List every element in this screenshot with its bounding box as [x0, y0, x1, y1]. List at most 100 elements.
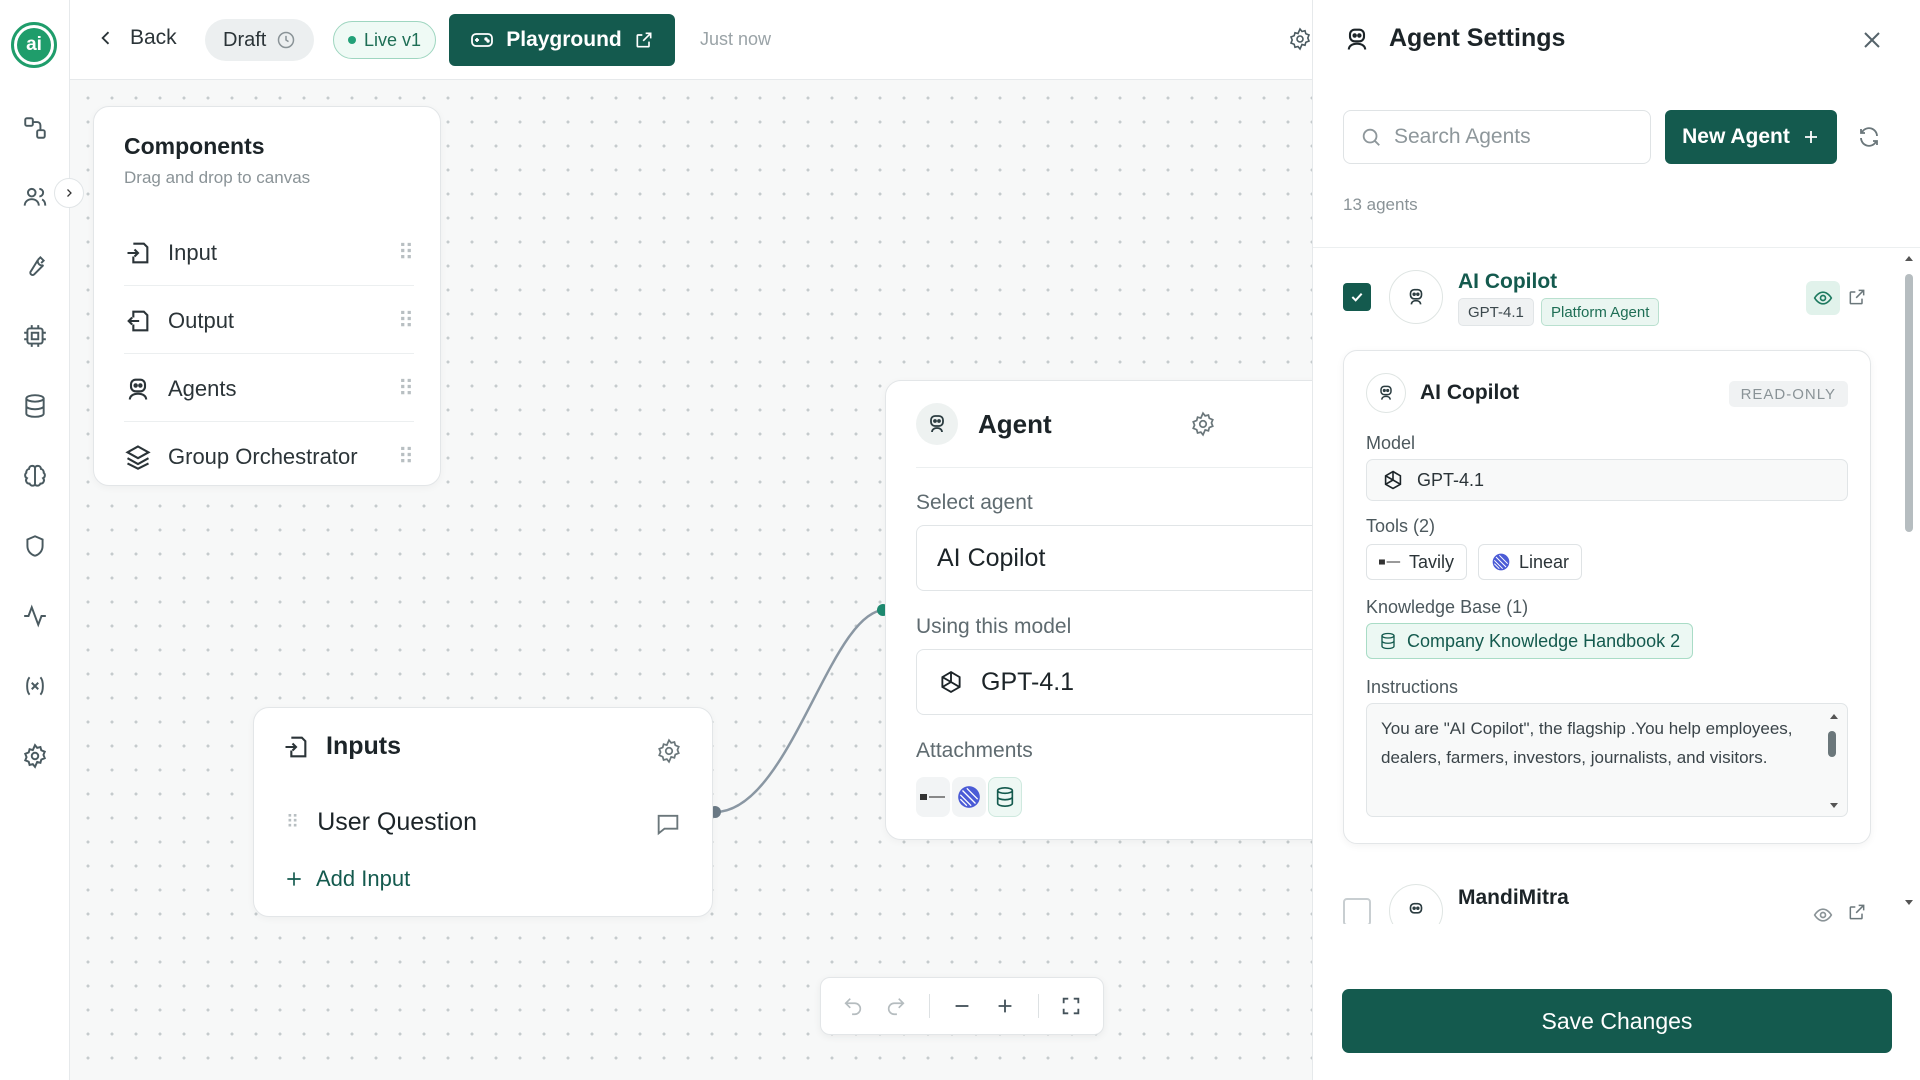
openai-icon	[941, 671, 961, 693]
variable-icon[interactable]	[21, 672, 49, 700]
tavily-icon	[1379, 559, 1401, 565]
attachments-list	[916, 777, 1022, 817]
chevron-left-icon	[101, 31, 110, 45]
component-label: Group Orchestrator	[168, 444, 358, 469]
agent-icon	[1347, 28, 1367, 50]
detail-kb-label: Knowledge Base (1)	[1366, 597, 1529, 617]
new-agent-button[interactable]: New Agent	[1665, 110, 1837, 164]
agent-checkbox[interactable]	[1343, 898, 1371, 924]
new-agent-label: New Agent	[1682, 125, 1790, 148]
workflow-settings-icon[interactable]	[1288, 27, 1312, 51]
draft-badge[interactable]: Draft	[205, 19, 315, 61]
back-button[interactable]: Back	[96, 26, 177, 50]
model-tag: GPT-4.1	[1458, 298, 1534, 326]
panel-title: Agent Settings	[1389, 24, 1566, 52]
divider	[1037, 994, 1039, 1018]
check-icon	[1351, 292, 1363, 302]
message-icon[interactable]	[654, 810, 682, 838]
inputs-node-settings-icon[interactable]	[656, 738, 682, 764]
select-agent-field[interactable]: AI Copilot	[916, 525, 1312, 591]
playground-button[interactable]: Playground	[449, 14, 675, 66]
live-version-badge[interactable]: Live v1	[333, 21, 437, 59]
zoom-out-icon[interactable]	[951, 995, 973, 1017]
back-label: Back	[130, 26, 177, 49]
top-toolbar: Back Draft Live v1 Playground Just now	[70, 0, 1312, 80]
agent-row-ai-copilot[interactable]: AI Copilot GPT-4.1 Platform Agent	[1313, 270, 1893, 340]
wrench-icon[interactable]	[21, 252, 49, 280]
zoom-in-icon[interactable]	[994, 995, 1016, 1017]
plus-icon	[1804, 131, 1817, 143]
inputs-node[interactable]: Inputs ⠿ User Question Add Input	[253, 707, 713, 917]
tool-label: Linear	[1519, 551, 1570, 572]
component-group-orchestrator[interactable]: Group Orchestrator ⠿	[124, 424, 414, 490]
save-changes-button[interactable]: Save Changes	[1342, 989, 1892, 1053]
users-icon[interactable]	[21, 183, 49, 211]
component-label: Agents	[168, 375, 237, 401]
agent-avatar-icon	[916, 403, 958, 445]
agent-checkbox[interactable]	[1343, 283, 1371, 311]
app-logo[interactable]: ai	[11, 22, 57, 68]
drag-handle-icon[interactable]: ⠿	[398, 308, 414, 334]
component-input[interactable]: Input ⠿	[124, 220, 414, 286]
input-icon	[127, 242, 149, 263]
knowledge-base-pill: Company Knowledge Handbook 2	[1366, 623, 1694, 659]
chip-icon[interactable]	[21, 322, 49, 350]
undo-icon[interactable]	[842, 995, 864, 1017]
activity-icon[interactable]	[21, 602, 49, 630]
external-link-icon[interactable]	[1847, 287, 1867, 307]
divider	[916, 467, 1312, 468]
workflow-icon[interactable]	[21, 114, 49, 142]
close-icon[interactable]	[1860, 28, 1884, 52]
redo-icon[interactable]	[885, 995, 907, 1017]
playground-label: Playground	[506, 28, 622, 51]
live-label: Live v1	[364, 29, 422, 50]
workflow-canvas[interactable]: Components Drag and drop to canvas Input…	[70, 80, 1312, 1080]
fit-view-icon[interactable]	[1060, 995, 1082, 1017]
refresh-icon[interactable]	[1857, 125, 1881, 149]
input-icon	[285, 736, 307, 757]
agent-count: 13 agents	[1343, 195, 1418, 214]
database-icon[interactable]	[21, 392, 49, 420]
add-input-button[interactable]: Add Input	[284, 866, 410, 892]
settings-icon[interactable]	[21, 742, 49, 770]
model-field: GPT-4.1	[916, 649, 1312, 715]
linear-icon	[952, 777, 986, 817]
agent-node[interactable]: Agent Select agent AI Copilot Using this…	[885, 380, 1312, 840]
input-field-row[interactable]: ⠿ User Question	[286, 808, 477, 837]
search-agents-input[interactable]	[1394, 125, 1624, 149]
inputs-node-title: Inputs	[326, 732, 401, 760]
drag-handle-icon[interactable]: ⠿	[398, 444, 414, 470]
panel-scrollbar[interactable]	[1902, 252, 1916, 912]
eye-icon[interactable]	[1806, 898, 1840, 924]
agent-settings-panel: Agent Settings New Agent 13 agents AI Co…	[1312, 0, 1920, 1080]
agent-row-mandimitra[interactable]: MandiMitra	[1313, 884, 1893, 924]
attachments-label: Attachments	[916, 739, 1033, 762]
textarea-scrollbar[interactable]	[1829, 712, 1839, 810]
database-icon	[1381, 632, 1395, 650]
eye-icon[interactable]	[1806, 281, 1840, 315]
component-label: Input	[168, 239, 217, 265]
drag-handle-icon[interactable]: ⠿	[398, 376, 414, 402]
panel-scroll-thumb[interactable]	[1905, 274, 1913, 532]
brain-icon[interactable]	[21, 462, 49, 490]
drag-handle-icon[interactable]: ⠿	[398, 240, 414, 266]
gamepad-icon	[471, 33, 494, 47]
detail-instructions-label: Instructions	[1366, 677, 1459, 697]
plus-icon	[287, 872, 301, 886]
agent-name: MandiMitra	[1458, 886, 1569, 909]
external-link-icon[interactable]	[1847, 902, 1867, 922]
component-output[interactable]: Output ⠿	[124, 288, 414, 354]
expand-sidebar-button[interactable]	[54, 178, 84, 208]
divider	[1313, 247, 1920, 248]
shield-icon[interactable]	[21, 532, 49, 560]
agent-name: AI Copilot	[1458, 270, 1558, 293]
textarea-scroll-thumb[interactable]	[1828, 731, 1836, 757]
instructions-textarea[interactable]: You are "AI Copilot", the flagship .You …	[1366, 703, 1848, 817]
drag-handle-icon[interactable]: ⠿	[286, 812, 299, 833]
instructions-text: You are "AI Copilot", the flagship .You …	[1381, 719, 1793, 767]
tavily-icon	[916, 777, 950, 817]
kb-label: Company Knowledge Handbook 2	[1407, 630, 1681, 651]
agent-node-settings-icon[interactable]	[1190, 411, 1216, 437]
component-agents[interactable]: Agents ⠿	[124, 356, 414, 422]
detail-model-field: GPT-4.1	[1366, 459, 1848, 501]
